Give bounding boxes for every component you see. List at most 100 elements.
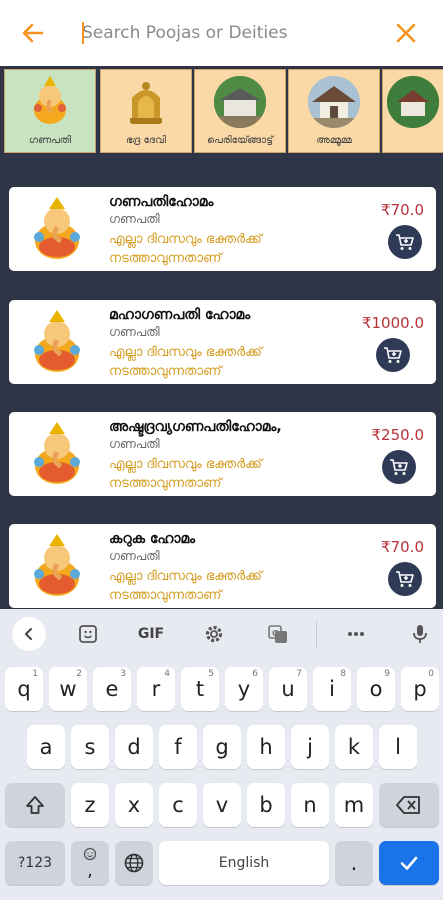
period-key[interactable]: . [335, 841, 373, 885]
key-a[interactable]: a [27, 725, 65, 769]
microphone-icon [413, 625, 427, 643]
shift-key[interactable] [5, 783, 65, 827]
pooja-card[interactable]: ഗണപതിഹോമം ഗണപതി എല്ലാ ദിവസവും ഭക്തർക്ക് … [9, 187, 436, 271]
close-button[interactable] [393, 20, 419, 46]
key-p[interactable]: p0 [401, 667, 439, 711]
deity-label: അമ്മൂമ്മ [316, 135, 352, 146]
translate-button[interactable]: G [264, 621, 292, 647]
key-hint: 5 [208, 669, 214, 679]
emoji-icon [83, 847, 97, 861]
deity-tile-ganapathi[interactable]: ഗണപതി [4, 69, 96, 153]
cart-plus-icon [384, 347, 402, 363]
sticker-icon [79, 625, 97, 643]
cart-plus-icon [396, 571, 414, 587]
add-to-cart-button[interactable] [376, 338, 410, 372]
deity-tile-bhadra-devi[interactable]: ഭദ്ര ദേവി [100, 69, 192, 153]
pooja-card[interactable]: കറുക ഹോമം ഗണപതി എല്ലാ ദിവസവും ഭക്തർക്ക് … [9, 524, 436, 608]
add-to-cart-button[interactable] [382, 450, 416, 484]
key-char: q [17, 677, 31, 701]
key-r[interactable]: r4 [137, 667, 175, 711]
pooja-price: ₹70.0 [381, 538, 424, 556]
key-char: y [237, 677, 251, 701]
deity-tile-periyangottu[interactable]: പെരിയ്ങ്ങോട്ട് [194, 69, 286, 153]
key-d[interactable]: d [115, 725, 153, 769]
key-s[interactable]: s [71, 725, 109, 769]
pooja-price: ₹250.0 [371, 426, 425, 444]
ganapathi-image [24, 76, 76, 128]
keyboard-collapse-button[interactable] [12, 617, 46, 651]
search-input[interactable] [82, 18, 382, 48]
key-i[interactable]: i8 [313, 667, 351, 711]
key-g[interactable]: g [203, 725, 241, 769]
key-f[interactable]: f [159, 725, 197, 769]
more-horizontal-icon [348, 632, 364, 636]
key-char: o [369, 677, 383, 701]
pooja-description: എല്ലാ ദിവസവും ഭക്തർക്ക് നടത്താവുന്നതാണ് [109, 457, 262, 491]
pooja-deity: ഗണപതി [109, 212, 160, 226]
sticker-button[interactable] [74, 621, 102, 647]
key-j[interactable]: j [291, 725, 329, 769]
settings-button[interactable] [200, 621, 228, 647]
back-button[interactable] [20, 20, 46, 46]
key-hint: 2 [76, 669, 82, 679]
arrow-left-icon [22, 23, 44, 43]
key-u[interactable]: u7 [269, 667, 307, 711]
ganapathi-image [29, 422, 85, 486]
symbols-key[interactable]: ?123 [5, 841, 65, 885]
pooja-title: അഷ്ടദ്രവ്യഗണപതിഹോമം, [109, 419, 282, 435]
deity-tile-partial[interactable] [382, 69, 443, 153]
key-hint: 0 [428, 669, 434, 679]
add-to-cart-button[interactable] [388, 562, 422, 596]
backspace-key[interactable] [379, 783, 439, 827]
enter-key[interactable] [379, 841, 439, 885]
gif-button[interactable]: GIF [134, 621, 168, 647]
key-char: e [105, 677, 119, 701]
key-h[interactable]: h [247, 725, 285, 769]
search-bar [0, 0, 443, 66]
ganapathi-image [29, 310, 85, 374]
key-q[interactable]: q1 [5, 667, 43, 711]
pooja-deity: ഗണപതി [109, 549, 160, 563]
emoji-comma-key[interactable]: , [71, 841, 109, 885]
more-options-button[interactable] [342, 621, 370, 647]
pooja-description: എല്ലാ ദിവസവും ഭക്തർക്ക് നടത്താവുന്നതാണ് [109, 569, 262, 603]
ganapathi-image [29, 197, 85, 261]
deity-label: പെരിയ്ങ്ങോട്ട് [207, 135, 273, 146]
key-char: t [195, 677, 205, 701]
comma-char: , [87, 860, 93, 881]
pooja-card[interactable]: മഹാഗണപതി ഹോമം ഗണപതി എല്ലാ ദിവസവും ഭക്തർക… [9, 300, 436, 384]
key-hint: 3 [120, 669, 126, 679]
language-key[interactable] [115, 841, 153, 885]
pooja-title: ഗണപതിഹോമം [109, 194, 214, 210]
translate-icon: G [268, 625, 287, 643]
add-to-cart-button[interactable] [388, 225, 422, 259]
key-x[interactable]: x [115, 783, 153, 827]
voice-input-button[interactable] [406, 621, 434, 647]
key-v[interactable]: v [203, 783, 241, 827]
key-w[interactable]: w2 [49, 667, 87, 711]
pooja-description: എല്ലാ ദിവസവും ഭക്തർക്ക് നടത്താവുന്നതാണ് [109, 345, 262, 379]
key-b[interactable]: b [247, 783, 285, 827]
key-t[interactable]: t5 [181, 667, 219, 711]
pooja-price: ₹70.0 [381, 201, 424, 219]
key-hint: 7 [296, 669, 302, 679]
ganapathi-image [29, 534, 85, 598]
key-y[interactable]: y6 [225, 667, 263, 711]
key-o[interactable]: o9 [357, 667, 395, 711]
space-key[interactable]: English [159, 841, 329, 885]
key-e[interactable]: e3 [93, 667, 131, 711]
key-hint: 6 [252, 669, 258, 679]
pooja-card[interactable]: അഷ്ടദ്രവ്യഗണപതിഹോമം, ഗണപതി എല്ലാ ദിവസവും… [9, 412, 436, 496]
key-char: i [329, 677, 335, 701]
key-char: u [281, 677, 295, 701]
key-l[interactable]: l [379, 725, 417, 769]
key-m[interactable]: m [335, 783, 373, 827]
key-n[interactable]: n [291, 783, 329, 827]
text-caret [82, 22, 84, 44]
key-k[interactable]: k [335, 725, 373, 769]
deity-tile-ammooma[interactable]: അമ്മൂമ്മ [288, 69, 380, 153]
checkmark-icon [400, 856, 418, 870]
main-content: ഗണപതി ഭദ്ര ദേവി പെരിയ്ങ്ങോട്ട് അമ്മൂമ്മ … [0, 66, 443, 609]
key-c[interactable]: c [159, 783, 197, 827]
key-z[interactable]: z [71, 783, 109, 827]
